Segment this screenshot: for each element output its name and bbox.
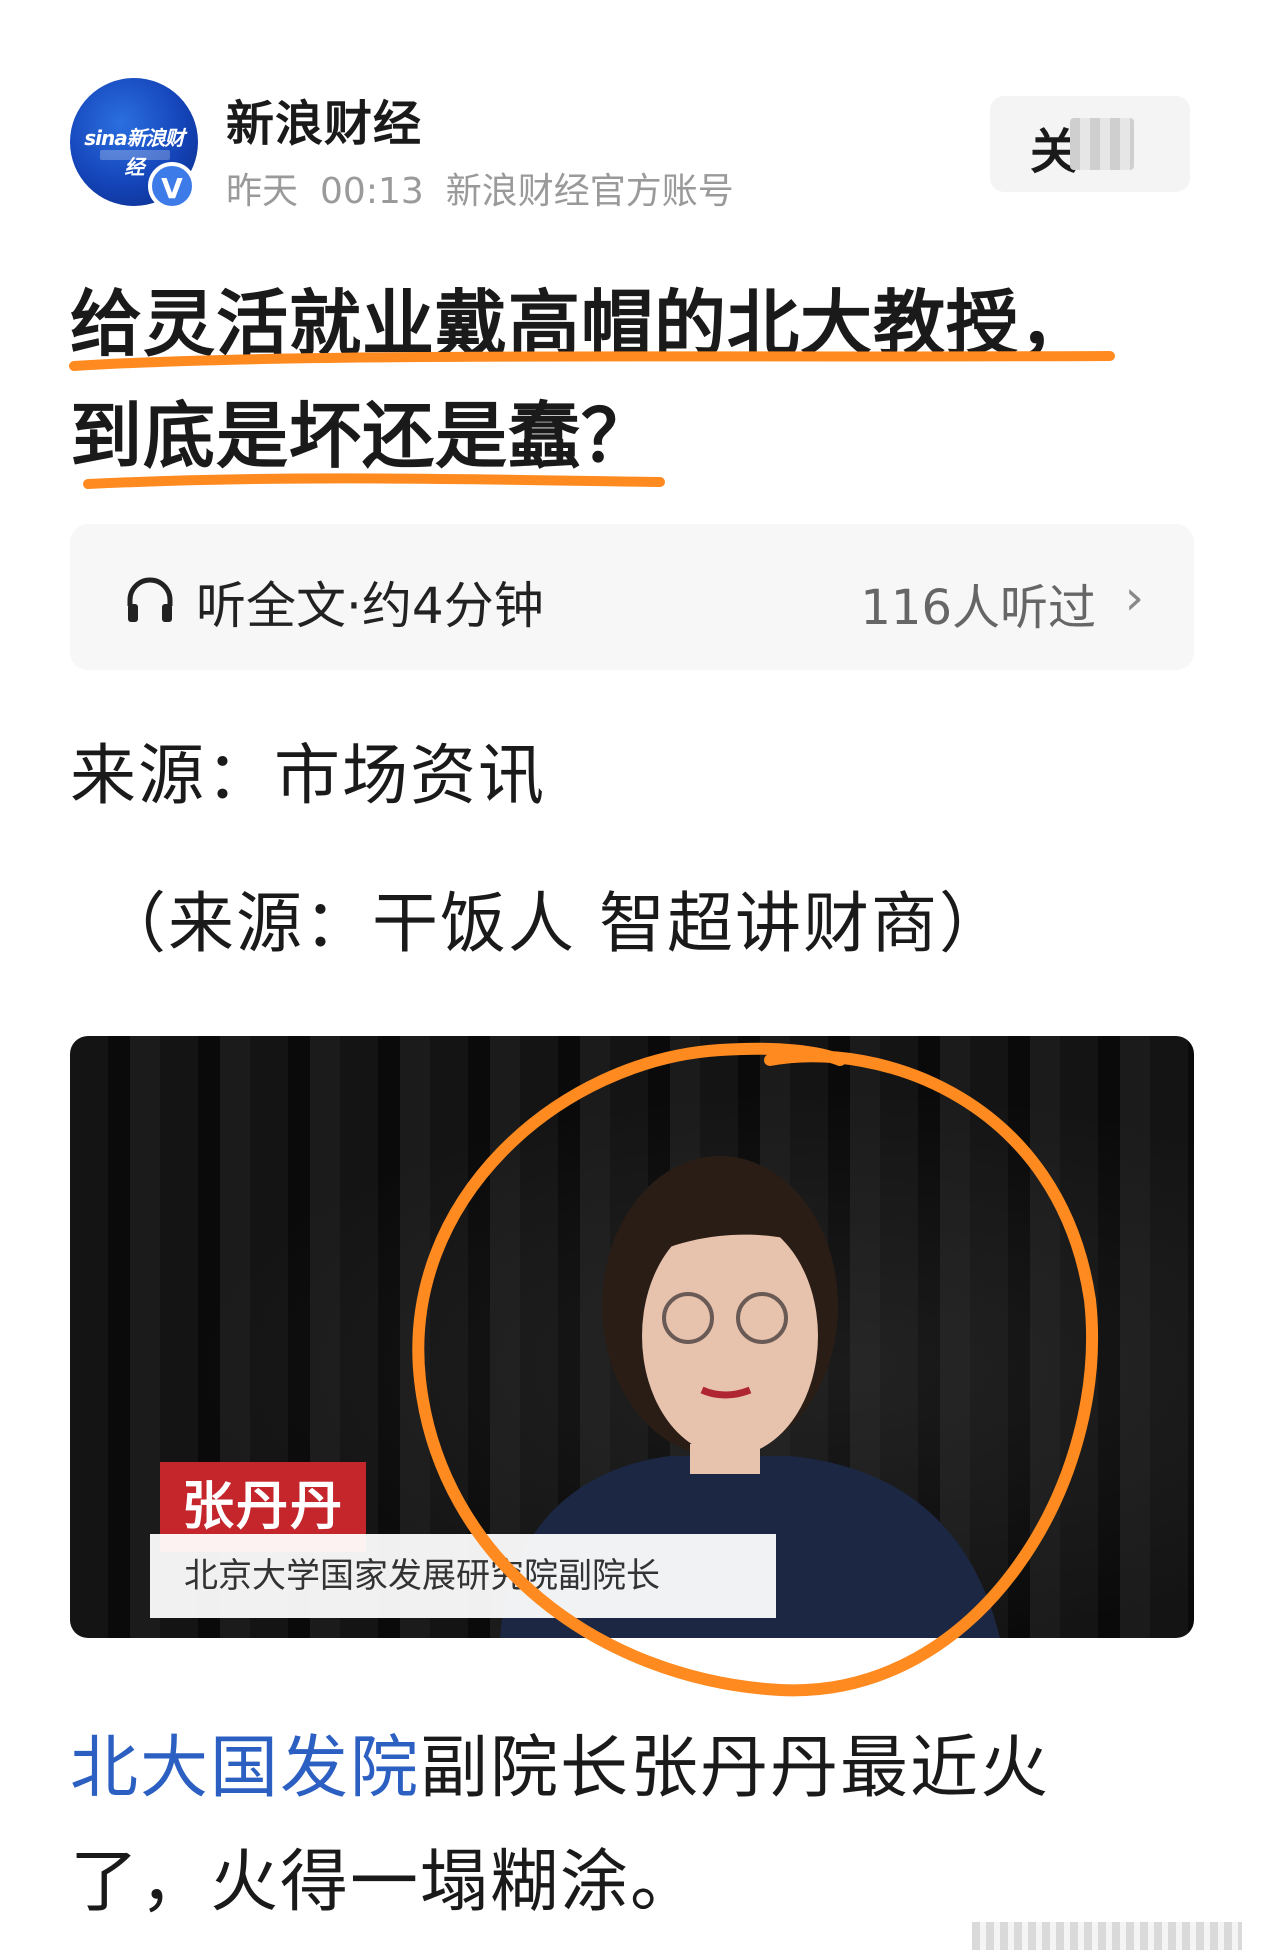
title-caption-tag: 北京大学国家发展研究院副院长 — [150, 1534, 776, 1618]
article-title: 给灵活就业戴高帽的北大教授， 到底是坏还是蠢？ — [70, 268, 1210, 492]
article-photo[interactable]: 张丹丹 北京大学国家发展研究院副院长 — [70, 1036, 1194, 1638]
account-description: 新浪财经官方账号 — [445, 171, 734, 212]
verified-badge-icon: V — [148, 162, 196, 210]
article-body: 北大国发院副院长张丹丹最近火 了，火得一塌糊涂。 — [70, 1712, 1210, 1940]
source-line: 来源：市场资讯 — [70, 737, 546, 814]
post-date: 昨天 — [226, 171, 299, 212]
account-name[interactable]: 新浪财经 — [226, 84, 422, 154]
headphone-icon — [127, 577, 173, 622]
person-title: 北京大学国家发展研究院副院长 — [184, 1556, 660, 1596]
chevron-right-icon: › — [1124, 570, 1144, 626]
title-line-2: 到底是坏还是蠢？ — [70, 394, 655, 478]
guofayuan-link[interactable]: 北大国发院 — [70, 1729, 420, 1808]
title-line-1: 给灵活就业戴高帽的北大教授， — [70, 282, 1093, 366]
mosaic-blur — [1070, 118, 1134, 170]
post-meta: 昨天 00:13 新浪财经官方账号 — [226, 162, 756, 214]
watermark-mosaic — [972, 1922, 1242, 1950]
listen-count: 116人听过 — [860, 580, 1096, 636]
post-time: 00:13 — [320, 171, 424, 212]
listen-full-text-bar[interactable]: 听全文·约4分钟 116人听过 › — [70, 524, 1194, 670]
listen-label: 听全文·约4分钟 — [196, 577, 544, 635]
article-header: sina新浪财经 V 新浪财经 昨天 00:13 新浪财经官方账号 关 — [0, 0, 1264, 220]
body-line-1-rest: 副院长张丹丹最近火 — [420, 1729, 1051, 1808]
follow-button[interactable]: 关 — [990, 96, 1190, 192]
source-sub: （来源：干饭人 智超讲财商） — [100, 885, 1007, 962]
body-line-1: 北大国发院副院长张丹丹最近火 — [70, 1712, 1210, 1826]
logo-slogan — [100, 150, 170, 160]
